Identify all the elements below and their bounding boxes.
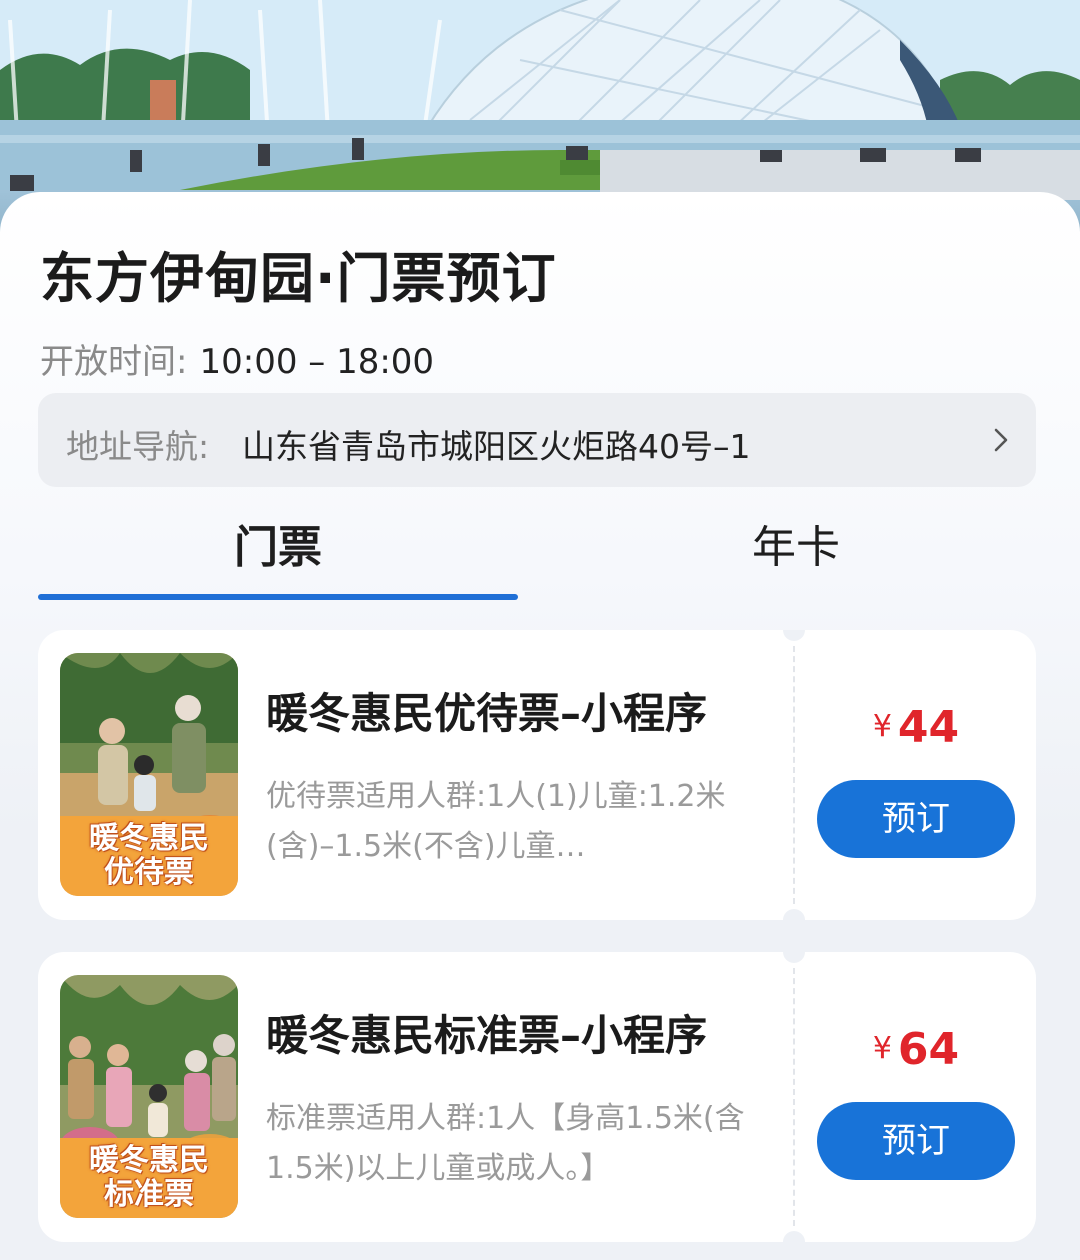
address-navigation-row[interactable]: 地址导航: 山东省青岛市城阳区火炬路40号–1: [38, 393, 1036, 487]
tab-tickets[interactable]: 门票: [38, 510, 518, 600]
price-value: 64: [897, 1024, 960, 1075]
ticket-badge: 暖冬惠民 优待票: [60, 816, 238, 896]
page-title: 东方伊甸园·门票预订: [40, 247, 557, 310]
booking-sheet: 东方伊甸园·门票预订 开放时间: 10:00 – 18:00 地址导航: 山东省青…: [0, 192, 1080, 1260]
book-button[interactable]: 预订: [817, 1102, 1015, 1180]
badge-line-2: 优待票: [104, 855, 194, 890]
badge-line-1: 暖冬惠民: [89, 821, 209, 856]
badge-line-1: 暖冬惠民: [89, 1143, 209, 1178]
ticket-tabs: 门票 年卡: [38, 510, 1042, 600]
ticket-badge: 暖冬惠民 标准票: [60, 1138, 238, 1218]
tab-tickets-label: 门票: [234, 522, 322, 573]
ticket-price: ¥64: [816, 1024, 1016, 1075]
book-button[interactable]: 预订: [817, 780, 1015, 858]
ticket-price: ¥44: [816, 702, 1016, 753]
ticket-description: 标准票适用人群:1人【身高1.5米(含1.5米)以上儿童或成人。】: [266, 1101, 745, 1186]
badge-line-2: 标准票: [104, 1177, 194, 1212]
card-notch-bottom: [783, 909, 805, 920]
ticket-thumbnail[interactable]: 暖冬惠民 优待票: [60, 653, 238, 896]
opening-hours: 开放时间: 10:00 – 18:00: [40, 334, 434, 383]
chevron-right-icon: [994, 428, 1008, 452]
card-notch-bottom: [783, 1231, 805, 1242]
active-tab-indicator: [38, 594, 518, 600]
hours-value: 10:00 – 18:00: [199, 342, 435, 382]
card-divider: [793, 968, 795, 1226]
ticket-description: 优待票适用人群:1人(1)儿童:1.2米(含)–1.5米(不含)儿童…: [266, 779, 726, 864]
ticket-card: 暖冬惠民 优待票 暖冬惠民优待票–小程序 优待票适用人群:1人(1)儿童:1.2…: [38, 630, 1036, 920]
price-value: 44: [897, 702, 960, 753]
card-notch-top: [783, 952, 805, 963]
tab-annual-card[interactable]: 年卡: [556, 510, 1036, 600]
card-notch-top: [783, 630, 805, 641]
tab-annual-card-label: 年卡: [752, 522, 840, 573]
ticket-name[interactable]: 暖冬惠民标准票–小程序: [266, 1002, 707, 1063]
currency-symbol: ¥: [872, 709, 892, 744]
card-divider: [793, 646, 795, 904]
ticket-name[interactable]: 暖冬惠民优待票–小程序: [266, 680, 707, 741]
address-label: 地址导航:: [66, 427, 210, 466]
ticket-card: 暖冬惠民 标准票 暖冬惠民标准票–小程序 标准票适用人群:1人【身高1.5米(含…: [38, 952, 1036, 1242]
address-value: 山东省青岛市城阳区火炬路40号–1: [242, 427, 751, 466]
ticket-thumbnail[interactable]: 暖冬惠民 标准票: [60, 975, 238, 1218]
currency-symbol: ¥: [872, 1031, 892, 1066]
hours-label: 开放时间:: [40, 342, 188, 382]
